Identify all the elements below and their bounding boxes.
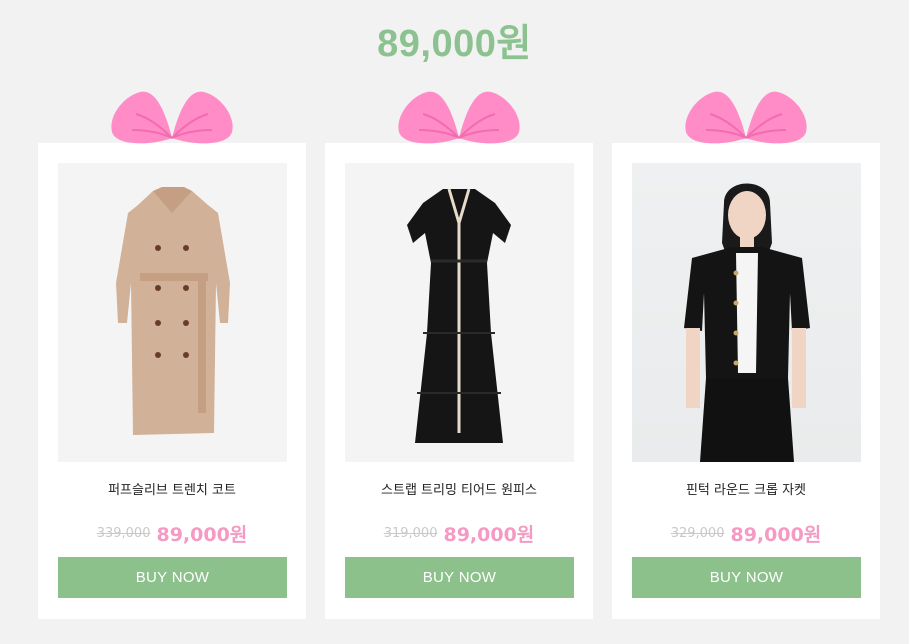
product-image-trench-coat[interactable] (58, 163, 287, 462)
sale-price: 89,000원 (443, 524, 535, 546)
price-row: 319,000 89,000원 (325, 520, 593, 547)
ribbon-bow-icon (685, 91, 807, 144)
product-card[interactable]: 퍼프슬리브 트렌치 코트 339,000 89,000원 BUY NOW (38, 91, 306, 619)
product-name[interactable]: 스트랩 트리밍 티어드 원피스 (325, 479, 593, 498)
original-price: 319,000 (383, 526, 438, 541)
buy-now-button[interactable]: BUY NOW (345, 557, 574, 598)
product-card[interactable]: 스트랩 트리밍 티어드 원피스 319,000 89,000원 BUY NOW (325, 91, 593, 619)
product-image-tiered-dress[interactable] (345, 163, 574, 462)
price-row: 339,000 89,000원 (38, 520, 306, 547)
price-row: 329,000 89,000원 (612, 520, 880, 547)
product-name[interactable]: 퍼프슬리브 트렌치 코트 (38, 479, 306, 498)
ribbon-bow-icon (111, 91, 233, 144)
sale-price: 89,000원 (156, 524, 248, 546)
product-card[interactable]: 핀턱 라운드 크롭 자켓 329,000 89,000원 BUY NOW (612, 91, 880, 619)
product-name[interactable]: 핀턱 라운드 크롭 자켓 (612, 479, 880, 498)
buy-now-button[interactable]: BUY NOW (58, 557, 287, 598)
original-price: 329,000 (670, 526, 725, 541)
sale-price: 89,000원 (730, 524, 822, 546)
promo-price-headline: 89,000원 (377, 23, 532, 65)
ribbon-bow-icon (398, 91, 520, 144)
original-price: 339,000 (96, 526, 151, 541)
product-image-crop-jacket[interactable] (632, 163, 861, 462)
buy-now-button[interactable]: BUY NOW (632, 557, 861, 598)
